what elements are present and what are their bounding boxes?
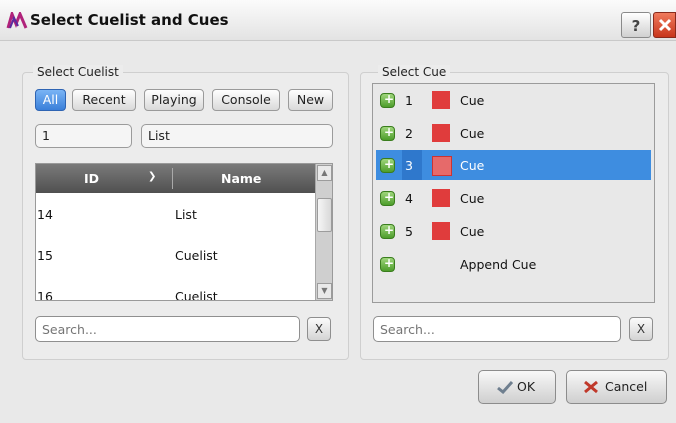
cancel-x-icon	[584, 380, 598, 394]
cue-item[interactable]: 5 Cue	[376, 216, 651, 246]
row-id: 16	[37, 289, 53, 301]
filter-recent-button[interactable]: Recent	[72, 89, 136, 111]
scrollbar-thumb[interactable]	[317, 198, 332, 232]
ok-check-icon	[497, 380, 513, 394]
sort-chevron-icon[interactable]: ❯	[148, 171, 156, 182]
ok-label: OK	[517, 379, 536, 394]
cuelist-table: ID ❯ Name 14 List 15 Cuelist 16 Cuelist …	[35, 163, 333, 301]
dialog-window: Select Cuelist and Cues ? Select Cuelist…	[0, 0, 676, 423]
cue-number: 4	[405, 191, 413, 206]
scroll-down-icon[interactable]: ▼	[317, 283, 332, 299]
column-header-id[interactable]: ID	[84, 171, 99, 186]
table-header: ID ❯ Name	[36, 164, 315, 193]
table-row[interactable]: 15 Cuelist	[36, 236, 315, 276]
add-cue-icon[interactable]	[380, 92, 395, 108]
close-icon	[658, 18, 672, 32]
app-icon	[6, 12, 28, 29]
row-name: List	[175, 207, 197, 222]
ok-button[interactable]: OK	[478, 370, 556, 404]
add-cue-icon[interactable]	[380, 190, 395, 206]
append-cue-label: Append Cue	[460, 257, 537, 272]
cue-item[interactable]: 1 Cue	[376, 85, 651, 115]
cancel-label: Cancel	[605, 379, 648, 394]
cue-color-swatch	[432, 189, 450, 207]
cue-label: Cue	[460, 126, 485, 141]
table-row[interactable]: 14 List	[36, 195, 315, 235]
row-name: Cuelist	[175, 248, 218, 263]
row-name: Cuelist	[175, 289, 218, 301]
cue-color-swatch	[432, 124, 450, 142]
table-scrollbar[interactable]: ▲ ▼	[315, 164, 332, 300]
cuelist-name-field[interactable]: List	[141, 124, 333, 148]
add-cue-icon[interactable]	[380, 256, 395, 272]
append-cue-item[interactable]: Append Cue	[376, 249, 651, 279]
cue-item[interactable]: 4 Cue	[376, 183, 651, 213]
cue-color-swatch	[432, 222, 450, 240]
cue-number: 1	[405, 93, 413, 108]
cuelist-search-clear-button[interactable]: X	[307, 317, 331, 341]
cue-label: Cue	[460, 191, 485, 206]
scroll-up-icon[interactable]: ▲	[317, 165, 332, 181]
add-cue-icon[interactable]	[380, 125, 395, 141]
cuelist-id-field[interactable]: 1	[35, 124, 132, 148]
row-id: 15	[37, 248, 53, 263]
column-header-name[interactable]: Name	[221, 171, 261, 186]
cue-number: 3	[405, 158, 413, 173]
row-id: 14	[37, 207, 53, 222]
cue-label: Cue	[460, 93, 485, 108]
cue-item[interactable]: 2 Cue	[376, 118, 651, 148]
cancel-button[interactable]: Cancel	[566, 370, 667, 404]
add-cue-icon[interactable]	[380, 157, 395, 173]
cue-search-clear-button[interactable]: X	[629, 317, 653, 341]
table-row[interactable]: 16 Cuelist	[36, 277, 315, 301]
cue-color-swatch	[432, 156, 452, 176]
cue-label: Cue	[460, 224, 485, 239]
window-title: Select Cuelist and Cues	[30, 11, 229, 29]
title-bar: Select Cuelist and Cues ?	[0, 0, 676, 41]
help-button[interactable]: ?	[621, 12, 651, 38]
filter-new-button[interactable]: New	[288, 89, 333, 111]
add-cue-icon[interactable]	[380, 223, 395, 239]
select-cuelist-legend: Select Cuelist	[33, 65, 123, 79]
select-cue-legend: Select Cue	[378, 65, 451, 79]
cue-item-selected[interactable]: 3 Cue	[376, 150, 651, 180]
close-button[interactable]	[653, 12, 676, 38]
cue-number: 5	[405, 224, 413, 239]
cue-search-input[interactable]	[373, 316, 621, 342]
filter-console-button[interactable]: Console	[212, 89, 280, 111]
cue-list: 1 Cue 2 Cue 3 Cue 4 Cue 5 Cue	[372, 83, 655, 303]
cue-number: 2	[405, 126, 413, 141]
cue-label: Cue	[460, 158, 485, 173]
column-divider	[172, 168, 173, 189]
cuelist-search-input[interactable]	[35, 316, 300, 342]
filter-playing-button[interactable]: Playing	[144, 89, 204, 111]
cue-color-swatch	[432, 91, 450, 109]
filter-all-button[interactable]: All	[35, 89, 66, 111]
